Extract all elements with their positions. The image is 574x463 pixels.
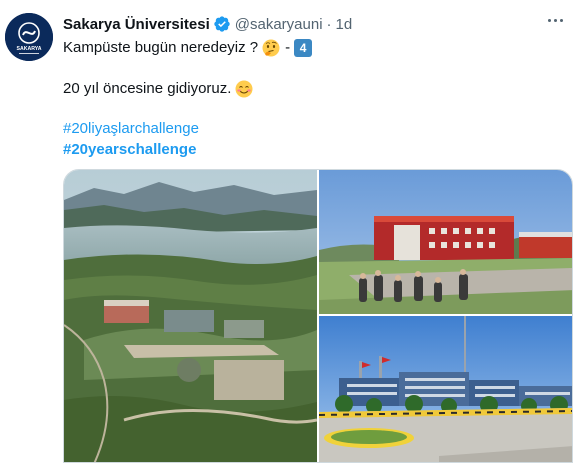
verified-badge-icon (213, 15, 231, 33)
svg-text:SAKARYA: SAKARYA (17, 46, 42, 52)
dot-icon (559, 18, 563, 22)
tweet-card[interactable]: SAKARYA Sakarya Üniversitesi @sakaryauni… (0, 0, 574, 463)
tweet-text-line-1: Kampüste bugün neredeyiz ? - 4 (63, 38, 313, 58)
hashtag-link-2[interactable]: #20yearschallenge (63, 140, 196, 160)
keycap-4-emoji: 4 (294, 39, 313, 57)
separator-dot: · (326, 15, 332, 33)
hashtag-link-1[interactable]: #20liyaşlarchallenge (63, 119, 199, 139)
tweet-text: Kampüste bugün neredeyiz ? (63, 39, 259, 56)
photo-campus-roundabout[interactable] (319, 316, 572, 462)
dot-icon (547, 18, 551, 22)
thinking-face-emoji (262, 39, 280, 57)
tweet-text-separator: - (285, 39, 291, 56)
avatar[interactable]: SAKARYA (5, 13, 53, 61)
user-handle[interactable]: @sakaryauni (235, 16, 323, 33)
smiling-face-emoji (235, 80, 253, 98)
university-logo-icon: SAKARYA (5, 13, 53, 61)
tweet-text: 20 yıl öncesine gidiyoruz. (63, 80, 232, 97)
media-grid (63, 169, 573, 463)
photo-aerial-campus[interactable] (64, 170, 317, 462)
dot-icon (553, 18, 557, 22)
display-name[interactable]: Sakarya Üniversitesi (63, 16, 210, 33)
more-options-icon[interactable] (544, 12, 566, 28)
timestamp[interactable]: 1d (336, 16, 353, 33)
tweet-text-line-2: 20 yıl öncesine gidiyoruz. (63, 79, 253, 99)
photo-campus-buildings-students[interactable] (319, 170, 572, 314)
tweet-header: Sakarya Üniversitesi @sakaryauni · 1d (63, 14, 352, 34)
